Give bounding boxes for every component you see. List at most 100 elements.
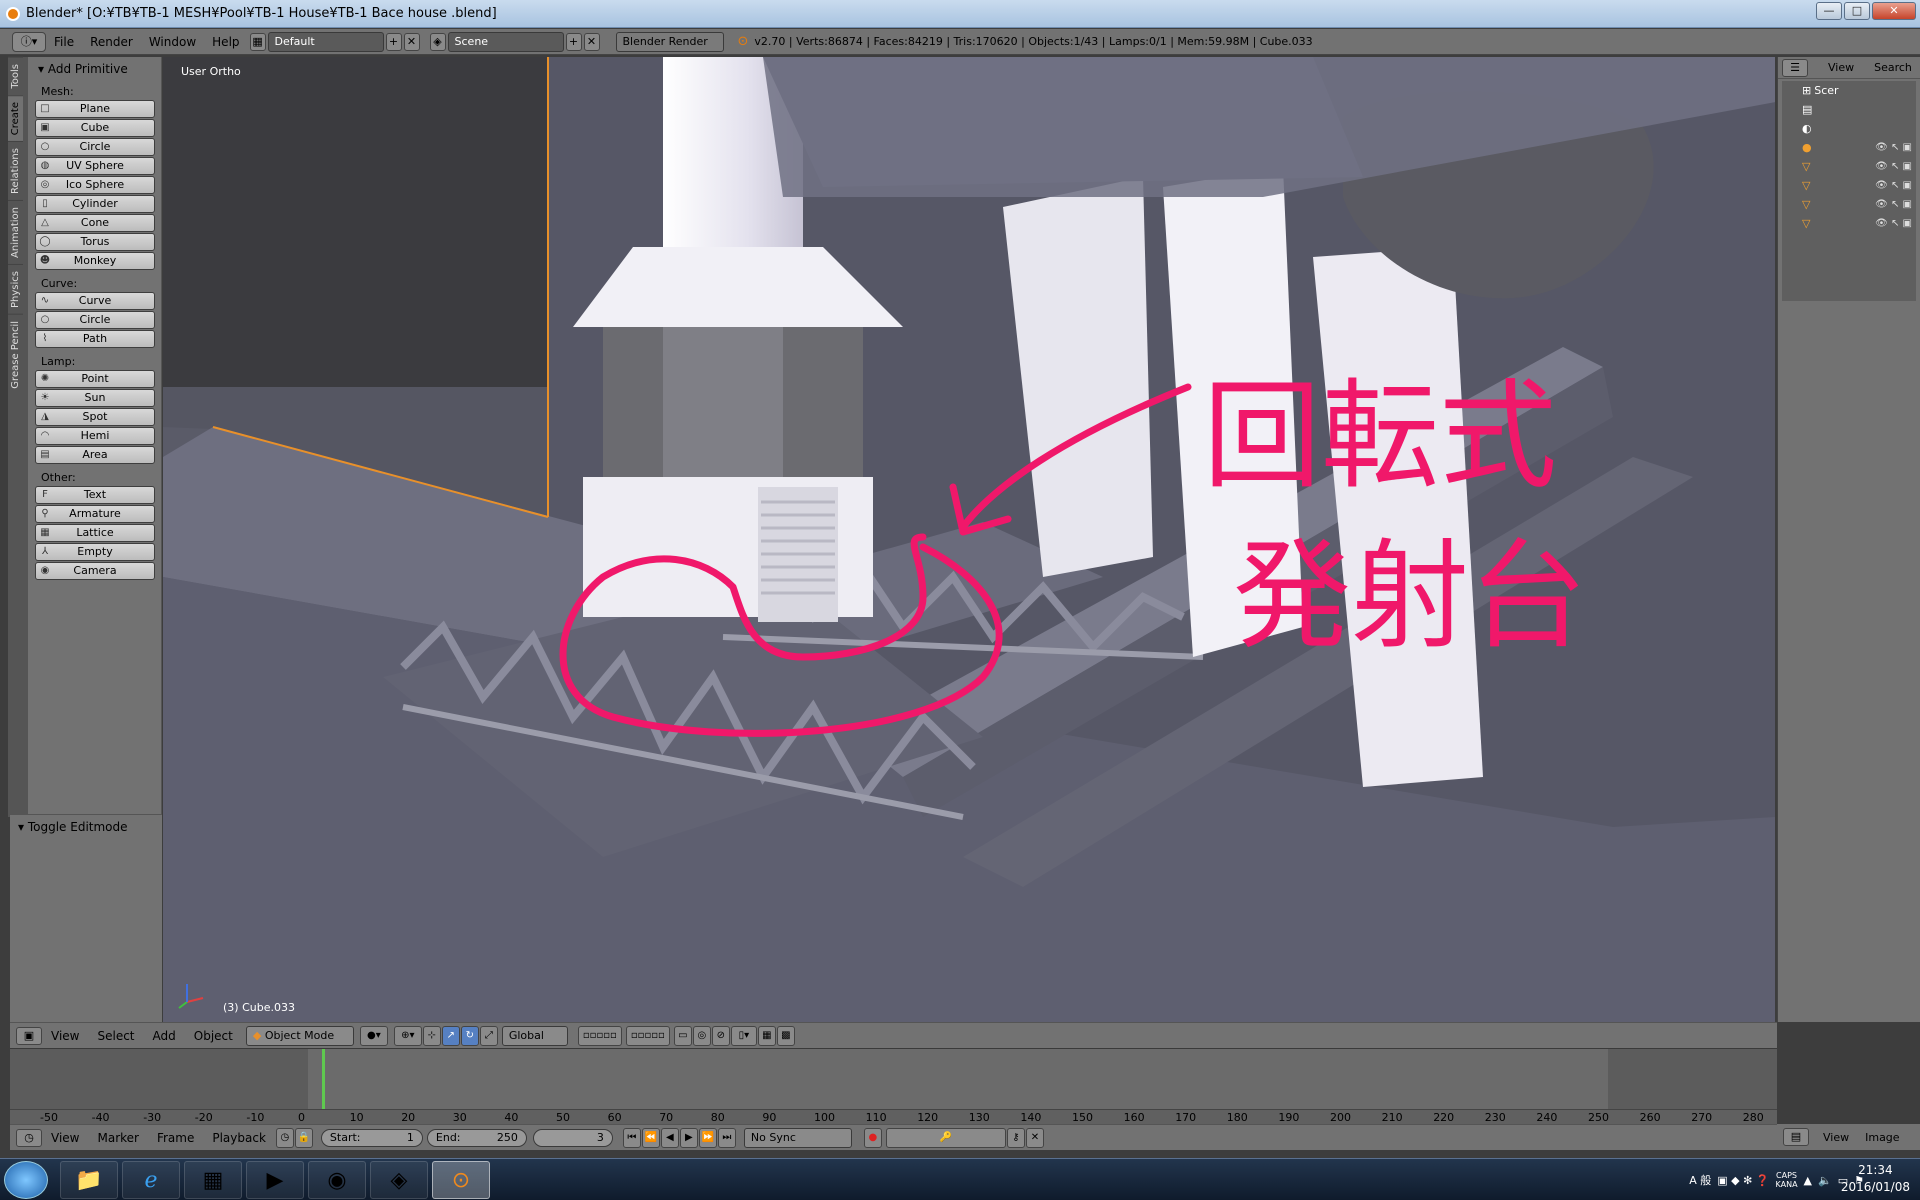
tray-icons[interactable]: ▣ ◆ ✻ ❓ [1717,1174,1769,1187]
media-player-app-icon[interactable]: ▶ [246,1161,304,1199]
add-text-button[interactable]: F Text [35,486,155,504]
opengl-render-icon[interactable]: ▦ [757,1025,776,1046]
3d-view-editor-type-button[interactable]: ▣ [16,1026,42,1045]
pivot-point-button[interactable]: ⊕▾ [393,1025,422,1046]
jump-to-keyframe-prev-icon[interactable]: ⏪ [641,1127,660,1148]
outliner-menu-view[interactable]: View [1828,61,1854,74]
menu-help[interactable]: Help [204,35,247,49]
outliner-row[interactable]: ◐ [1782,119,1916,138]
add-torus-button[interactable]: ◯ Torus [35,233,155,251]
delete-keyframe-icon[interactable]: ✕ [1025,1127,1044,1148]
menu-view[interactable]: View [42,1029,88,1043]
add-camera-button[interactable]: ◉ Camera [35,562,155,580]
add-point-lamp-button[interactable]: ✺ Point [35,370,155,388]
visibility-icons[interactable]: 👁 ↖ ▣ [1875,161,1912,172]
outliner-menu-search[interactable]: Search [1874,61,1912,74]
visibility-icons[interactable]: 👁 ↖ ▣ [1875,218,1912,229]
timeline-editor-type-button[interactable]: ◷ [16,1128,42,1147]
outliner-tree[interactable]: ⊞ Scer ▤ ◐ ● 👁 ↖ ▣ ▽ 👁 ↖ ▣ ▽ 👁 ↖ ▣ ▽ 👁 ↖ ▣ ▽ 👁… [1782,81,1916,301]
translate-manipulator-icon[interactable]: ↗ [441,1025,460,1046]
tab-physics[interactable]: Physics [8,263,23,314]
chrome-app-icon[interactable]: ◉ [308,1161,366,1199]
rotate-manipulator-icon[interactable]: ↻ [460,1025,479,1046]
add-spot-lamp-button[interactable]: ◮ Spot [35,408,155,426]
system-clock[interactable]: 21:34 2016/01/08 [1841,1162,1910,1196]
visibility-icons[interactable]: 👁 ↖ ▣ [1875,199,1912,210]
record-icon[interactable]: ● [863,1127,882,1148]
timeline-menu-marker[interactable]: Marker [88,1131,147,1145]
minimize-button[interactable]: — [1816,2,1842,20]
menu-window[interactable]: Window [141,35,204,49]
outliner-editor-type-button[interactable]: ☰ [1782,58,1808,77]
explorer-app-icon[interactable]: 📁 [60,1161,118,1199]
remove-screen-icon[interactable]: ✕ [403,32,420,51]
show-hidden-icons[interactable]: ▲ [1804,1174,1812,1187]
play-icon[interactable]: ▶ [679,1127,698,1148]
add-circle-button[interactable]: ○ Circle [35,138,155,156]
preview-range-icon[interactable]: ◷ [275,1127,294,1148]
outliner-row[interactable]: ▽ 👁 ↖ ▣ [1782,157,1916,176]
toggle-editmode-header[interactable]: ▾ Toggle Editmode [10,815,162,837]
add-screen-icon[interactable]: + [385,32,402,51]
jump-to-start-icon[interactable]: ⏮ [622,1127,641,1148]
current-frame-marker[interactable] [322,1049,325,1111]
add-cylinder-button[interactable]: ▯ Cylinder [35,195,155,213]
image-menu-view[interactable]: View [1823,1131,1849,1144]
layers-row-2[interactable]: ▫▫▫▫▫ [625,1025,670,1046]
jump-to-end-icon[interactable]: ⏭ [717,1127,736,1148]
add-curve-circle-button[interactable]: ○ Circle [35,311,155,329]
add-primitive-panel-header[interactable]: ▾ Add Primitive [28,57,161,79]
internet-explorer-app-icon[interactable]: ℯ [122,1161,180,1199]
snap-icon[interactable]: ⊘ [711,1025,730,1046]
insert-keyframe-icon[interactable]: ⚷ [1006,1127,1025,1148]
snap-element-button[interactable]: ▯▾ [730,1025,757,1046]
add-scene-icon[interactable]: + [565,32,582,51]
remove-scene-icon[interactable]: ✕ [583,32,600,51]
add-plane-button[interactable]: □ Plane [35,100,155,118]
keying-set-field[interactable]: 🔑 [885,1127,1006,1148]
add-monkey-button[interactable]: ☻ Monkey [35,252,155,270]
3d-viewport[interactable]: 回転式 発射台 User Ortho (3) Cube.033 [163,57,1775,1022]
add-sun-lamp-button[interactable]: ☀ Sun [35,389,155,407]
editor-type-info-button[interactable]: ⓘ▾ [12,31,46,52]
transform-orientation-dropdown[interactable]: Global [501,1025,568,1046]
proportional-edit-icon[interactable]: ◎ [692,1025,711,1046]
scale-manipulator-icon[interactable]: ⤢ [479,1025,498,1046]
timeline-area[interactable]: -50 -40 -30 -20 -10 0 10 20 30 40 50 60 70 80 90 100 110… [10,1048,1777,1124]
app-grid-icon[interactable]: ▦ [184,1161,242,1199]
outliner-row[interactable]: ▤ [1782,100,1916,119]
menu-select[interactable]: Select [88,1029,143,1043]
image-editor-type-button[interactable]: ▤ [1783,1128,1809,1146]
start-button[interactable] [4,1161,48,1199]
mode-dropdown[interactable]: ◆ Object Mode [245,1025,354,1046]
tab-tools[interactable]: Tools [8,57,23,95]
lock-time-icon[interactable]: 🔒 [294,1127,313,1148]
menu-add[interactable]: Add [144,1029,185,1043]
add-empty-button[interactable]: ⅄ Empty [35,543,155,561]
jump-to-keyframe-next-icon[interactable]: ⏩ [698,1127,717,1148]
timeline-menu-view[interactable]: View [42,1131,88,1145]
start-frame-field[interactable]: Start: 1 [320,1128,423,1147]
close-button[interactable]: ✕ [1872,2,1916,20]
add-uv-sphere-button[interactable]: ◍ UV Sphere [35,157,155,175]
add-area-lamp-button[interactable]: ▤ Area [35,446,155,464]
timeline-menu-frame[interactable]: Frame [148,1131,203,1145]
ime-indicator[interactable]: A 般 [1689,1172,1711,1188]
add-armature-button[interactable]: ⚲ Armature [35,505,155,523]
visibility-icons[interactable]: 👁 ↖ ▣ [1875,180,1912,191]
menu-file[interactable]: File [46,35,82,49]
speaker-icon[interactable]: 🔈 [1818,1174,1832,1187]
opengl-render-anim-icon[interactable]: ▩ [776,1025,795,1046]
timeline-menu-playback[interactable]: Playback [203,1131,275,1145]
visibility-icons[interactable]: 👁 ↖ ▣ [1875,142,1912,153]
outliner-row-scene[interactable]: ⊞ Scer [1782,81,1916,100]
tab-relations[interactable]: Relations [8,140,23,200]
maximize-button[interactable]: □ [1844,2,1870,20]
lock-layers-icon[interactable]: ▭ [673,1025,692,1046]
image-menu-image[interactable]: Image [1865,1131,1899,1144]
sync-mode-dropdown[interactable]: No Sync [743,1127,852,1148]
app-icon[interactable]: ◈ [370,1161,428,1199]
menu-render[interactable]: Render [82,35,141,49]
blender-app-icon[interactable]: ⊙ [432,1161,490,1199]
add-ico-sphere-button[interactable]: ◎ Ico Sphere [35,176,155,194]
